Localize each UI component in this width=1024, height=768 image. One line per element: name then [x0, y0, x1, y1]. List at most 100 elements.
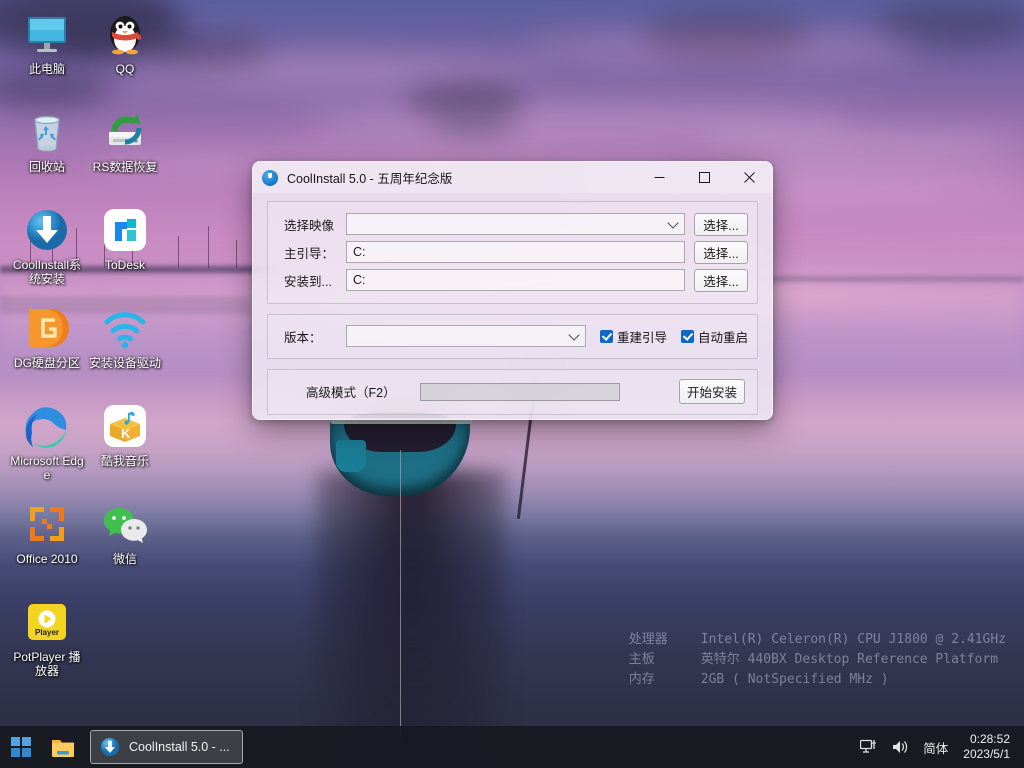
wallpaper-cloud-streak: [700, 132, 1024, 156]
wifi-driver-icon: [101, 304, 149, 352]
svg-text:Player: Player: [35, 628, 59, 637]
desktop-icon-diskgenius[interactable]: DG硬盘分区: [8, 304, 86, 370]
auto-restart-label: 自动重启: [697, 330, 748, 345]
desktop-icon-label: RS数据恢复: [92, 160, 158, 174]
select-image-label: 选择映像: [284, 218, 335, 233]
kuwo-music-icon: K: [101, 402, 149, 450]
wallpaper-cloud-wisp: [875, 0, 1024, 46]
rebuild-boot-checkbox[interactable]: 重建引导: [599, 327, 667, 346]
system-info-value: 2GB ( NotSpecified MHz ): [700, 672, 889, 687]
diskgenius-icon: [23, 304, 71, 352]
desktop-icon-rs-recovery[interactable]: RS数据恢复: [86, 108, 164, 174]
system-info-row: 内存 2GB ( NotSpecified MHz ): [629, 670, 1006, 690]
desktop-icon-label: Microsoft Edge: [10, 454, 84, 482]
desktop-icon-recycle-bin[interactable]: 回收站: [8, 108, 86, 174]
browse-boot-button[interactable]: 选择...: [694, 240, 748, 264]
field-row-image: 选择映像 选择...: [268, 212, 757, 236]
install-progress-bar: [419, 382, 620, 401]
edge-icon: [23, 402, 71, 450]
desktop-icon-label: 回收站: [28, 160, 65, 174]
desktop-icon-wechat[interactable]: 微信: [86, 500, 164, 566]
version-row: 版本： 重建引导 自动重启: [268, 324, 757, 348]
rebuild-boot-label: 重建引导: [616, 330, 667, 345]
taskbar-item-label: CoolInstall 5.0 - ...: [129, 740, 230, 754]
main-boot-label: 主引导：: [284, 246, 335, 261]
desktop-icon-kuwo-music[interactable]: K 酷我音乐: [86, 402, 164, 468]
start-install-button[interactable]: 开始安装: [678, 379, 745, 404]
wallpaper-boat-reflection: [316, 470, 506, 768]
install-to-value: C:: [353, 273, 366, 287]
taskbar[interactable]: CoolInstall 5.0 - ... 简体 0:28:52 2023/5/…: [0, 726, 1024, 768]
desktop-icon-label: DG硬盘分区: [13, 356, 80, 370]
advanced-mode-label: 高级模式（F2）: [306, 386, 396, 400]
desktop-icon-label: PotPlayer 播放器: [13, 650, 81, 678]
wallpaper-shoreline: [760, 276, 1024, 282]
coolinstall-window[interactable]: CoolInstall 5.0 - 五周年纪念版 选择映像 选择... 主引导：…: [252, 161, 773, 420]
start-button[interactable]: [0, 727, 42, 767]
desktop-icon-todesk[interactable]: ToDesk: [86, 206, 164, 272]
window-titlebar[interactable]: CoolInstall 5.0 - 五周年纪念版: [253, 162, 772, 193]
desktop-icon-device-driver[interactable]: 安装设备驱动: [86, 304, 164, 370]
checkbox-checked-icon: [680, 329, 694, 343]
maximize-button[interactable]: [682, 162, 727, 193]
windows-logo-icon: [11, 737, 31, 757]
minimize-button[interactable]: [637, 162, 682, 193]
field-row-boot: 主引导： C: 选择...: [268, 240, 757, 264]
ime-label: 简体: [923, 741, 949, 756]
wallpaper-mast: [236, 240, 237, 268]
desktop-icon-label: CoolInstall系统安装: [12, 258, 82, 286]
desktop-icon-label: Office 2010: [16, 552, 78, 566]
system-info-row: 主板 英特尔 440BX Desktop Reference Platform: [629, 650, 1006, 670]
clock-time: 0:28:52: [969, 732, 1010, 746]
main-boot-value: C:: [353, 245, 366, 259]
clock[interactable]: 0:28:52 2023/5/1: [955, 727, 1020, 767]
file-explorer-button[interactable]: [42, 727, 84, 767]
auto-restart-checkbox[interactable]: 自动重启: [680, 327, 748, 346]
version-combo[interactable]: [346, 325, 586, 347]
chevron-down-icon: [667, 217, 679, 229]
potplayer-icon: Player: [23, 598, 71, 646]
wallpaper-mast: [178, 236, 179, 268]
system-info-key: 主板: [628, 652, 655, 667]
clock-date: 2023/5/1: [963, 747, 1010, 761]
select-image-combo[interactable]: [346, 213, 685, 235]
main-boot-input[interactable]: C:: [346, 241, 685, 263]
browse-target-button[interactable]: 选择...: [694, 268, 748, 292]
app-download-icon: [262, 169, 278, 186]
system-info-key: 处理器: [628, 632, 668, 647]
desktop-icon-edge[interactable]: Microsoft Edge: [8, 402, 86, 482]
system-info-value: Intel(R) Celeron(R) CPU J1800 @ 2.41GHz: [700, 632, 1006, 647]
desktop-icon-label: 微信: [112, 552, 137, 566]
system-tray[interactable]: 简体 0:28:52 2023/5/1: [853, 726, 1024, 768]
wallpaper-cloud-streak: [120, 52, 540, 86]
wallpaper-mast: [208, 226, 209, 268]
desktop[interactable]: 此电脑 QQ 回收站 RS数据恢复 CoolInstall系统安装 ToDesk…: [0, 0, 1024, 768]
wallpaper-boat-seat: [336, 440, 366, 472]
taskbar-item-coolinstall[interactable]: CoolInstall 5.0 - ...: [90, 730, 243, 764]
browse-image-button[interactable]: 选择...: [694, 212, 748, 236]
desktop-icon-label: 酷我音乐: [100, 454, 149, 468]
wallpaper-cloud-streak: [520, 34, 920, 64]
volume-tray-icon[interactable]: [884, 727, 916, 767]
desktop-icon-office-2010[interactable]: Office 2010: [8, 500, 86, 566]
desktop-icon-qq[interactable]: QQ: [86, 10, 164, 76]
chevron-down-icon: [568, 329, 580, 341]
desktop-icon-this-pc[interactable]: 此电脑: [8, 10, 86, 76]
todesk-icon: [101, 206, 149, 254]
system-info-row: 处理器 Intel(R) Celeron(R) CPU J1800 @ 2.41…: [629, 630, 1006, 650]
desktop-icon-label: 此电脑: [28, 62, 65, 76]
install-to-input[interactable]: C:: [346, 269, 685, 291]
network-tray-icon[interactable]: [853, 727, 884, 767]
window-controls: [637, 162, 772, 193]
recycle-bin-icon: [23, 108, 71, 156]
coolinstall-icon: [100, 737, 120, 757]
version-label: 版本：: [284, 330, 322, 345]
qq-penguin-icon: [101, 10, 149, 58]
close-button[interactable]: [727, 162, 772, 193]
desktop-icon-label: ToDesk: [104, 258, 145, 272]
desktop-icon-potplayer[interactable]: Player PotPlayer 播放器: [8, 598, 86, 678]
action-row: 高级模式（F2） 开始安装: [268, 378, 757, 405]
field-row-target: 安装到... C: 选择...: [268, 268, 757, 292]
ime-indicator[interactable]: 简体: [916, 727, 955, 767]
desktop-icon-coolinstall[interactable]: CoolInstall系统安装: [8, 206, 86, 286]
